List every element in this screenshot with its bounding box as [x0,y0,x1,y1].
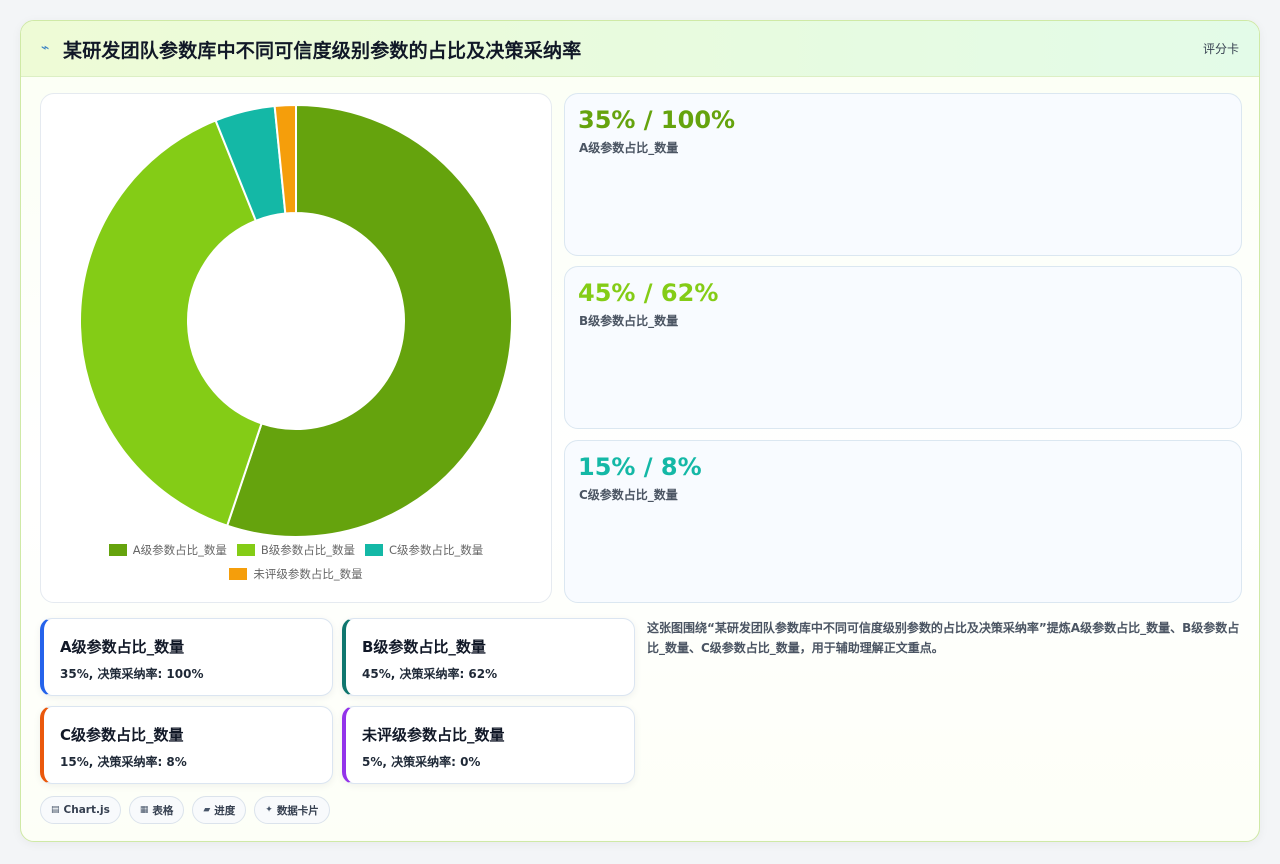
mini-detail-b: 45%, 决策采纳率: 62% [362,667,498,681]
legend-item-unrated[interactable]: 未评级参数占比_数量 [229,566,363,582]
doughnut-chart [79,103,513,538]
legend-label-a: A级参数占比_数量 [132,543,227,557]
table-icon: ▦ [139,805,149,815]
kpi-card-a: 35% / 100% A级参数占比_数量 [564,93,1242,256]
chart-legend: A级参数占比_数量 B级参数占比_数量 C级参数占比_数量 未评级参数占比_数量 [41,542,551,590]
kpi-label-a: A级参数占比_数量 [579,141,679,155]
page-title: 某研发团队参数库中不同可信度级别参数的占比及决策采纳率 [63,40,582,62]
mini-detail-c: 15%, 决策采纳率: 8% [60,755,187,769]
chip-label: 数据卡片 [276,804,319,817]
mini-detail-unrated: 5%, 决策采纳率: 0% [362,755,481,769]
mini-title-c: C级参数占比_数量 [60,726,184,744]
mini-title-unrated: 未评级参数占比_数量 [362,726,505,744]
mini-card-c: C级参数占比_数量 15%, 决策采纳率: 8% [40,706,333,784]
chart-description: 这张图围绕“某研发团队参数库中不同可信度级别参数的占比及决策采纳率”提炼A级参数… [647,621,1240,655]
tech-chips: ▤ Chart.js ▦ 表格 ▰ 进度 ✦ 数据卡片 [40,796,330,824]
scorecard-tag[interactable]: 评分卡 [1203,40,1239,57]
legend-label-c: C级参数占比_数量 [388,543,484,557]
mini-card-a: A级参数占比_数量 35%, 决策采纳率: 100% [40,618,333,696]
kpi-card-b: 45% / 62% B级参数占比_数量 [564,266,1242,429]
sparkle-icon: ✦ [265,805,273,815]
mini-card-unrated: 未评级参数占比_数量 5%, 决策采纳率: 0% [342,706,635,784]
kpi-value-c: 15% / 8% [578,453,702,481]
legend-swatch-a [108,544,127,556]
bolt-icon: ⌁ [41,40,50,56]
mini-detail-a: 35%, 决策采纳率: 100% [60,667,204,681]
kpi-card-c: 15% / 8% C级参数占比_数量 [564,440,1242,603]
legend-label-b: B级参数占比_数量 [260,543,355,557]
image-icon: ▤ [51,805,60,815]
mini-title-a: A级参数占比_数量 [60,638,185,656]
legend-swatch-unrated [229,568,248,580]
doughnut-chart-box: A级参数占比_数量 B级参数占比_数量 C级参数占比_数量 未评级参数占比_数量 [40,93,552,603]
chip-label: 进度 [214,804,236,817]
slice-b[interactable] [79,119,263,528]
legend-item-a[interactable]: A级参数占比_数量 [108,542,227,558]
kpi-value-b: 45% / 62% [578,279,719,307]
legend-swatch-b [236,544,255,556]
chip-progress[interactable]: ▰ 进度 [192,796,247,824]
legend-item-b[interactable]: B级参数占比_数量 [236,542,355,558]
kpi-label-b: B级参数占比_数量 [579,314,679,328]
mini-title-b: B级参数占比_数量 [362,638,486,656]
chip-label: 表格 [152,804,174,817]
kpi-label-c: C级参数占比_数量 [579,488,678,502]
kpi-value-a: 35% / 100% [578,106,736,134]
chip-table[interactable]: ▦ 表格 [128,796,185,824]
legend-label-unrated: 未评级参数占比_数量 [253,567,363,581]
scorecard-panel: ⌁ 某研发团队参数库中不同可信度级别参数的占比及决策采纳率 评分卡 A级参数占比… [20,20,1260,842]
folder-icon: ▰ [203,805,211,815]
chip-label: Chart.js [63,804,110,816]
panel-header: ⌁ 某研发团队参数库中不同可信度级别参数的占比及决策采纳率 评分卡 [21,21,1259,77]
legend-item-c[interactable]: C级参数占比_数量 [364,542,484,558]
chip-data-card[interactable]: ✦ 数据卡片 [254,796,330,824]
legend-swatch-c [364,544,383,556]
mini-card-b: B级参数占比_数量 45%, 决策采纳率: 62% [342,618,635,696]
chip-chartjs[interactable]: ▤ Chart.js [40,796,121,824]
